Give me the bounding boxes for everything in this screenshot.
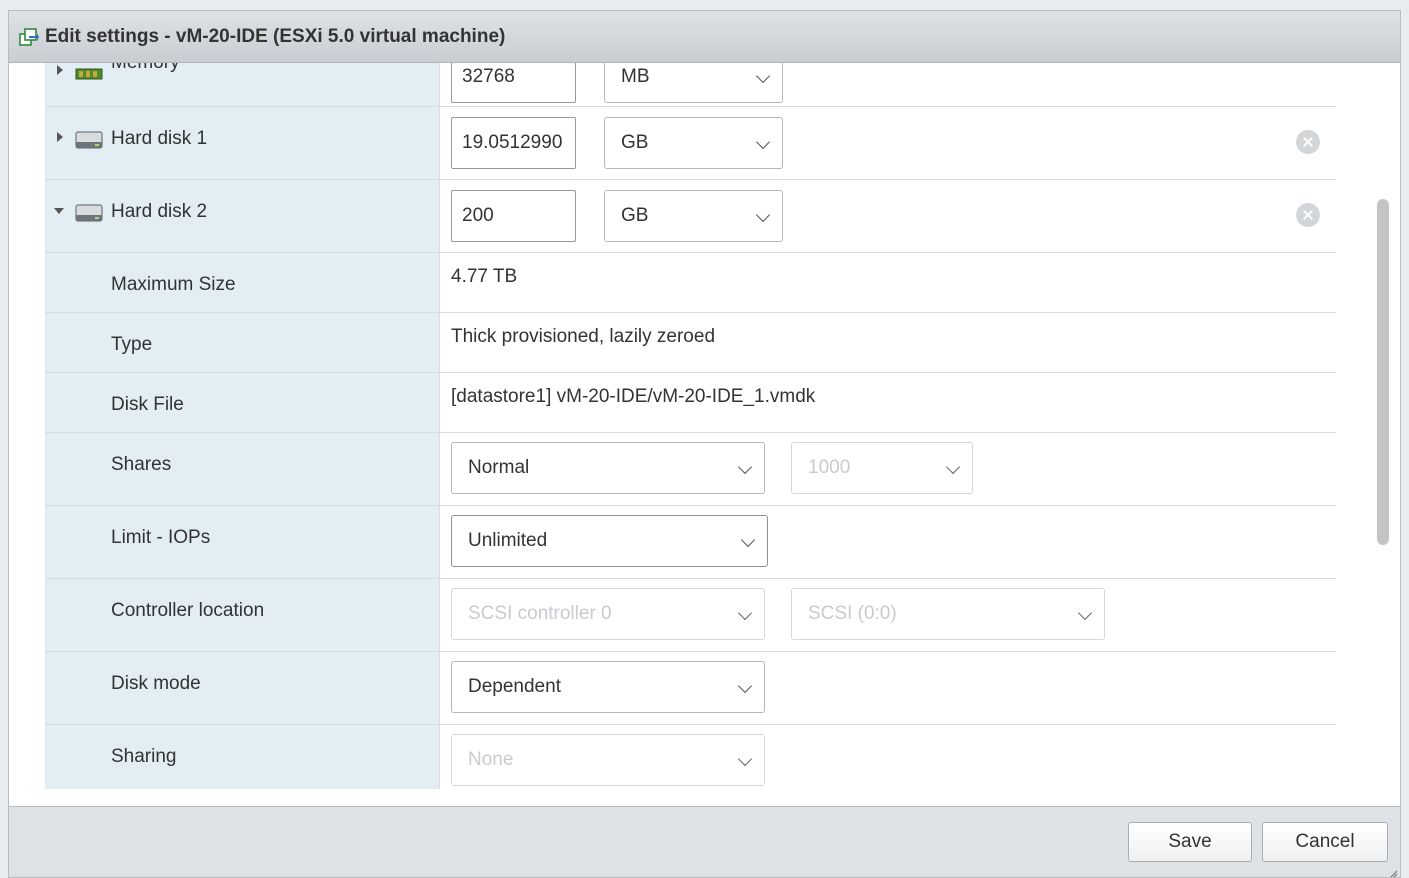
disk-mode-select[interactable]: Dependent	[451, 661, 765, 713]
limit-iops-row: Limit - IOPs Unlimited	[45, 506, 1336, 579]
chevron-down-icon	[737, 751, 753, 767]
expand-arrow-icon[interactable]	[57, 132, 63, 142]
controller-location-label: Controller location	[111, 600, 265, 621]
chevron-down-icon	[740, 532, 756, 548]
limit-iops-value: Unlimited	[468, 530, 548, 551]
disk-file-label: Disk File	[111, 394, 184, 415]
cancel-button[interactable]: Cancel	[1262, 822, 1388, 862]
disk-mode-label: Disk mode	[111, 673, 201, 694]
shares-value-select: 1000	[791, 442, 973, 494]
scrollbar-thumb[interactable]	[1377, 199, 1389, 545]
remove-hard-disk-1-icon[interactable]	[1296, 130, 1320, 154]
memory-icon	[75, 68, 103, 80]
sharing-row: Sharing None	[45, 725, 1336, 789]
chevron-down-icon	[945, 459, 961, 475]
sharing-select: None	[451, 734, 765, 786]
hard-disk-1-unit-value: GB	[621, 132, 649, 153]
hardware-table: Memory 32768 MB	[45, 63, 1336, 789]
resize-grip-icon[interactable]	[1388, 868, 1398, 878]
expand-arrow-icon[interactable]	[57, 65, 63, 75]
vm-settings-icon	[19, 27, 39, 46]
memory-row: Memory 32768 MB	[45, 63, 1336, 107]
chevron-down-icon	[755, 134, 771, 150]
disk-file-value: [datastore1] vM-20-IDE/vM-20-IDE_1.vmdk	[451, 386, 816, 407]
dialog-footer: Save Cancel	[9, 806, 1400, 878]
memory-unit-value: MB	[621, 66, 650, 87]
disk-mode-value: Dependent	[468, 676, 561, 697]
hard-disk-1-size-input[interactable]: 19.0512990	[451, 117, 576, 169]
chevron-down-icon	[755, 207, 771, 223]
hard-disk-2-unit-value: GB	[621, 205, 649, 226]
sharing-value: None	[468, 749, 514, 770]
chevron-down-icon	[737, 459, 753, 475]
collapse-arrow-icon[interactable]	[54, 208, 64, 214]
hard-disk-icon	[75, 204, 103, 222]
sharing-label: Sharing	[111, 746, 177, 767]
shares-level-select[interactable]: Normal	[451, 442, 765, 494]
chevron-down-icon	[737, 678, 753, 694]
shares-label: Shares	[111, 454, 172, 475]
remove-hard-disk-2-icon[interactable]	[1296, 203, 1320, 227]
disk-file-row: Disk File [datastore1] vM-20-IDE/vM-20-I…	[45, 373, 1336, 433]
type-label: Type	[111, 334, 153, 355]
memory-label: Memory	[111, 63, 180, 74]
memory-size-input[interactable]: 32768	[451, 63, 576, 103]
dialog-titlebar: Edit settings - vM-20-IDE (ESXi 5.0 virt…	[9, 11, 1400, 63]
hard-disk-1-row: Hard disk 1 19.0512990 GB	[45, 107, 1336, 180]
controller-slot-select: SCSI (0:0)	[791, 588, 1105, 640]
shares-level-value: Normal	[468, 457, 530, 478]
max-size-label: Maximum Size	[111, 274, 236, 295]
settings-content: Memory 32768 MB	[9, 63, 1400, 789]
controller-slot-value: SCSI (0:0)	[808, 603, 897, 624]
shares-row: Shares Normal 1000	[45, 433, 1336, 506]
type-value: Thick provisioned, lazily zeroed	[451, 326, 716, 347]
chevron-down-icon	[755, 68, 771, 84]
hard-disk-2-label: Hard disk 2	[111, 201, 208, 222]
chevron-down-icon	[737, 605, 753, 621]
hard-disk-1-label: Hard disk 1	[111, 128, 208, 149]
hard-disk-2-unit-select[interactable]: GB	[604, 190, 783, 242]
save-button[interactable]: Save	[1128, 822, 1252, 862]
hard-disk-2-row: Hard disk 2 200 GB	[45, 180, 1336, 253]
vertical-scrollbar[interactable]	[1376, 63, 1390, 789]
hard-disk-2-size-input[interactable]: 200	[451, 190, 576, 242]
controller-select: SCSI controller 0	[451, 588, 765, 640]
type-row: Type Thick provisioned, lazily zeroed	[45, 313, 1336, 373]
hard-disk-icon	[75, 131, 103, 149]
hard-disk-1-unit-select[interactable]: GB	[604, 117, 783, 169]
limit-iops-label: Limit - IOPs	[111, 527, 211, 548]
disk-mode-row: Disk mode Dependent	[45, 652, 1336, 725]
max-size-value: 4.77 TB	[451, 266, 518, 287]
memory-unit-select[interactable]: MB	[604, 63, 783, 103]
chevron-down-icon	[1077, 605, 1093, 621]
limit-iops-select[interactable]: Unlimited	[451, 515, 768, 567]
dialog-title: Edit settings - vM-20-IDE (ESXi 5.0 virt…	[45, 25, 506, 47]
max-size-row: Maximum Size 4.77 TB	[45, 253, 1336, 313]
edit-settings-dialog: Edit settings - vM-20-IDE (ESXi 5.0 virt…	[8, 10, 1401, 878]
controller-value: SCSI controller 0	[468, 603, 612, 624]
shares-value: 1000	[808, 457, 851, 478]
controller-location-row: Controller location SCSI controller 0 SC…	[45, 579, 1336, 652]
